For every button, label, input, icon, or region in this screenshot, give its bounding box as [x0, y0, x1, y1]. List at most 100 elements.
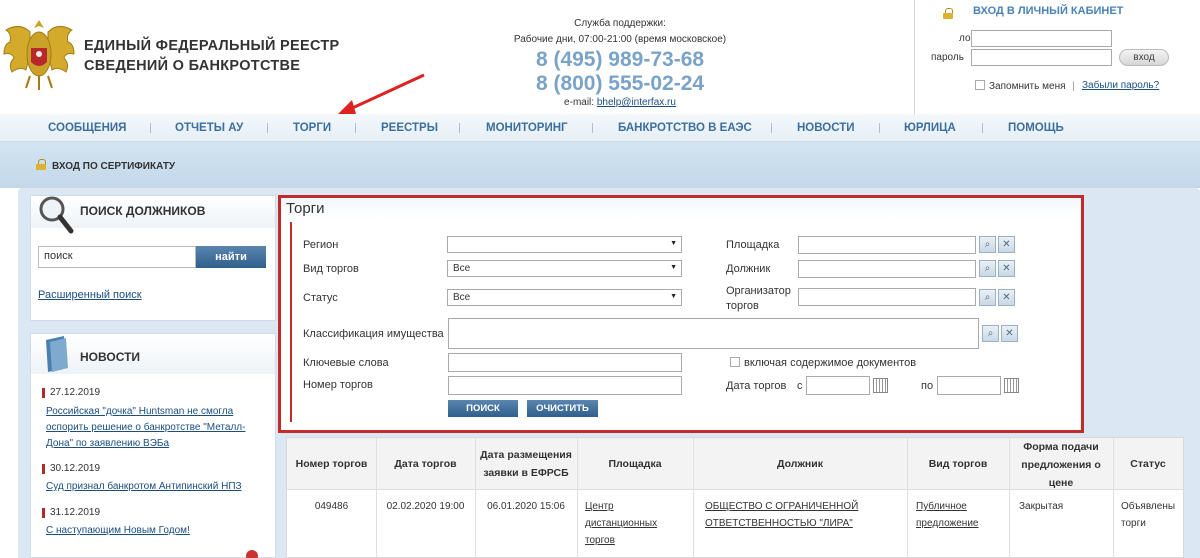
calendar-icon[interactable] — [1004, 378, 1019, 393]
certificate-login[interactable]: ВХОД ПО СЕРТИФИКАТУ — [36, 159, 175, 172]
nav-separator — [459, 123, 460, 133]
site-title-line1: ЕДИНЫЙ ФЕДЕРАЛЬНЫЙ РЕЕСТР — [84, 38, 340, 54]
header-form-line: предложения о — [1021, 459, 1101, 471]
nav-separator — [879, 123, 880, 133]
nav-separator — [355, 123, 356, 133]
header-type[interactable]: Вид торгов — [907, 455, 1009, 473]
coat-of-arms-logo[interactable] — [0, 14, 78, 94]
remember-checkbox[interactable] — [975, 80, 985, 90]
debtor-clear-icon[interactable]: ✕ — [998, 260, 1015, 277]
nav-separator — [150, 123, 151, 133]
login-title[interactable]: ВХОД В ЛИЧНЫЙ КАБИНЕТ — [973, 5, 1123, 17]
auction-number-input[interactable] — [448, 376, 682, 395]
form-header-bg — [281, 198, 1081, 220]
debtor-input[interactable] — [798, 260, 976, 278]
news-item-link[interactable]: Российская "дочка" Huntsman не смогла ос… — [46, 404, 245, 452]
clear-button[interactable]: ОЧИСТИТЬ — [527, 400, 598, 417]
nav-messages[interactable]: СООБЩЕНИЯ — [48, 122, 126, 134]
cell-debtor-link[interactable]: ОБЩЕСТВО С ОГРАНИЧЕННОЙ ОТВЕТСТВЕННОСТЬЮ… — [705, 498, 858, 532]
advanced-search-link[interactable]: Расширенный поиск — [38, 289, 142, 301]
classification-clear-icon[interactable]: ✕ — [1001, 325, 1018, 342]
remember-me[interactable]: Запомнить меня | — [975, 80, 1075, 92]
nav-registries[interactable]: РЕЕСТРЫ — [381, 122, 438, 134]
forgot-password-link[interactable]: Забыли пароль? — [1082, 80, 1159, 91]
header-number[interactable]: Номер торгов — [287, 455, 376, 473]
region-select[interactable] — [447, 236, 682, 253]
lock-icon — [36, 159, 46, 170]
header-status[interactable]: Статус — [1113, 455, 1183, 473]
header-debtor[interactable]: Должник — [693, 455, 907, 473]
nav-separator — [267, 123, 268, 133]
results-table: Номер торгов Дата торгов Дата размещения… — [286, 437, 1184, 558]
cell-platform-line: дистанционных — [585, 518, 658, 529]
classification-input[interactable] — [448, 318, 979, 349]
password-label: пароль — [931, 52, 964, 63]
auction-date-label: Дата торгов — [726, 380, 787, 392]
remember-label: Запомнить меня — [989, 81, 1066, 92]
nav-eaeu-bankruptcy[interactable]: БАНКРОТСТВО В ЕАЭС — [618, 122, 752, 134]
news-text-line: Дона" по заявлению ВЭБа — [46, 438, 170, 449]
nav-auctions[interactable]: ТОРГИ — [293, 122, 331, 134]
platform-clear-icon[interactable]: ✕ — [998, 236, 1015, 253]
news-text-line: Российская "дочка" Huntsman не смогла — [46, 406, 234, 417]
auction-type-select[interactable]: Все — [447, 260, 682, 277]
cell-platform-line: торгов — [585, 535, 615, 546]
organizer-label-line: торгов — [726, 300, 759, 312]
cell-type-link[interactable]: Публичное предложение — [916, 498, 978, 532]
cell-platform-link[interactable]: Центр дистанционных торгов — [585, 498, 657, 549]
phone-2: 8 (800) 555-02-24 — [535, 72, 705, 95]
debtor-search-input[interactable]: поиск — [38, 246, 196, 268]
password-input[interactable] — [971, 49, 1112, 66]
cell-status-line: торги — [1121, 518, 1146, 529]
header-date[interactable]: Дата торгов — [376, 455, 475, 473]
classification-label: Классификация имущества — [303, 328, 444, 340]
news-icon — [46, 336, 68, 372]
status-select[interactable]: Все — [447, 289, 682, 306]
classification-search-icon[interactable]: ⌕ — [982, 325, 999, 342]
debtor-search-icon[interactable]: ⌕ — [979, 260, 996, 277]
organizer-search-icon[interactable]: ⌕ — [979, 289, 996, 306]
platform-input[interactable] — [798, 236, 976, 254]
site-title[interactable]: ЕДИНЫЙ ФЕДЕРАЛЬНЫЙ РЕЕСТР СВЕДЕНИЙ О БАН… — [84, 36, 340, 76]
organizer-clear-icon[interactable]: ✕ — [998, 289, 1015, 306]
main-nav: СООБЩЕНИЯ ОТЧЕТЫ АУ ТОРГИ РЕЕСТРЫ МОНИТО… — [0, 114, 1200, 142]
search-button[interactable]: ПОИСК — [448, 400, 518, 417]
status-label: Статус — [303, 292, 338, 304]
news-item-link[interactable]: Суд признал банкротом Антипинский НПЗ — [46, 481, 242, 492]
login-input[interactable] — [971, 30, 1112, 47]
auction-number-label: Номер торгов — [303, 379, 373, 391]
header-platform[interactable]: Площадка — [577, 455, 693, 473]
nav-legal-entities[interactable]: ЮРЛИЦА — [904, 122, 956, 134]
header-placed[interactable]: Дата размещения заявки в ЕФРСБ — [475, 446, 577, 482]
include-docs-checkbox[interactable] — [730, 357, 740, 367]
platform-label: Площадка — [726, 239, 780, 251]
support-label: Служба поддержки: — [574, 18, 666, 29]
calendar-icon[interactable] — [873, 378, 888, 393]
cell-date: 02.02.2020 19:00 — [386, 501, 465, 512]
email-label: e-mail: — [564, 97, 595, 108]
nav-reports[interactable]: ОТЧЕТЫ АУ — [175, 122, 243, 134]
nav-news[interactable]: НОВОСТИ — [797, 122, 855, 134]
news-item-link[interactable]: С наступающим Новым Годом! — [46, 525, 190, 536]
cell-form: Закрытая — [1019, 501, 1064, 512]
region-label: Регион — [303, 239, 339, 251]
debtor-search-button[interactable]: найти — [196, 246, 266, 268]
nav-monitoring[interactable]: МОНИТОРИНГ — [486, 122, 568, 134]
header-placed-line: Дата размещения — [480, 449, 572, 461]
nav-help[interactable]: ПОМОЩЬ — [1008, 122, 1064, 134]
header-form[interactable]: Форма подачи предложения о цене — [1009, 438, 1113, 492]
date-to-input[interactable] — [937, 376, 1001, 395]
nav-separator — [592, 123, 593, 133]
email-link[interactable]: bhelp@interfax.ru — [597, 97, 676, 108]
next-arrow-icon[interactable] — [246, 550, 258, 558]
cell-placed: 06.01.2020 15:06 — [487, 501, 565, 512]
platform-search-icon[interactable]: ⌕ — [979, 236, 996, 253]
include-docs-label: включая содержимое документов — [744, 357, 917, 369]
login-button[interactable]: вход — [1119, 49, 1169, 66]
cell-debtor-line: ОТВЕТСТВЕННОСТЬЮ "ЛИРА" — [705, 518, 853, 529]
lock-icon — [943, 8, 953, 19]
keywords-input[interactable] — [448, 353, 682, 372]
organizer-input[interactable] — [798, 288, 976, 306]
date-from-input[interactable] — [806, 376, 870, 395]
include-docs-option[interactable]: включая содержимое документов — [730, 357, 916, 369]
